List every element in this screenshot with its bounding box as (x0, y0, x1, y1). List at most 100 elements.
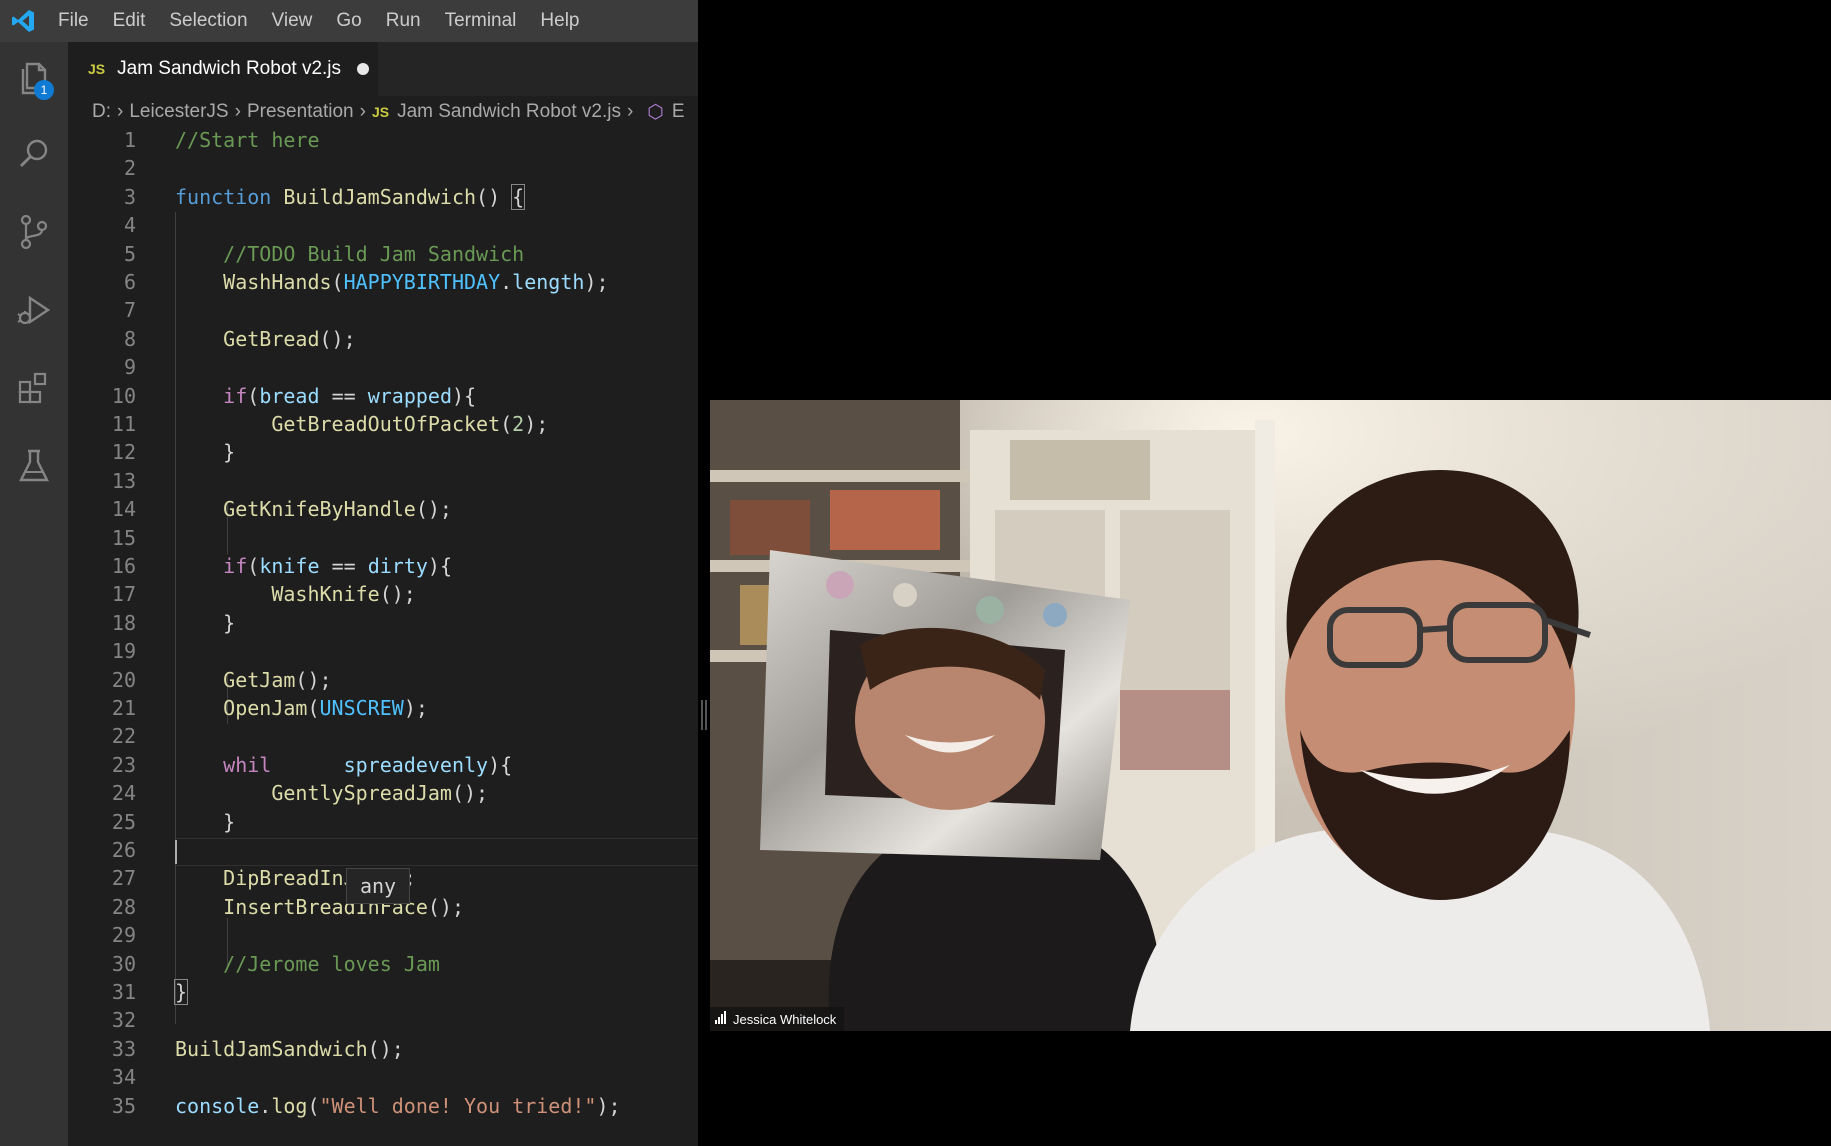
code-line: 4 (68, 211, 698, 239)
code-line: 23 whil spreadevenly){ (68, 751, 698, 779)
code-line: 33 BuildJamSandwich(); (68, 1035, 698, 1063)
line-number: 22 (111, 724, 136, 749)
breadcrumb-symbol[interactable]: E (672, 101, 685, 123)
code-line: 20 GetJam(); (68, 666, 698, 694)
menu-help[interactable]: Help (528, 0, 591, 42)
symbol-cube-icon: ⬡ (647, 101, 664, 123)
code-token: spreadevenly (343, 752, 489, 777)
line-number: 7 (123, 298, 136, 323)
code-token: //Jerome loves Jam (223, 951, 440, 976)
code-token: GetKnifeByHandle (223, 497, 416, 522)
extensions-icon (18, 372, 47, 404)
menu-terminal[interactable]: Terminal (433, 0, 529, 42)
code-line: 1 //Start here (68, 126, 698, 154)
video-feed: Jessica Whitelock (710, 400, 1831, 1031)
explorer-button[interactable]: 1 (0, 42, 68, 114)
activity-bar: 1 (0, 42, 68, 1146)
breadcrumb: D: › LeicesterJS › Presentation › JS Jam… (92, 98, 685, 126)
chevron-right-icon: › (359, 101, 366, 122)
code-token: (); (379, 582, 416, 607)
breadcrumb-folder-presentation[interactable]: Presentation (247, 101, 354, 123)
search-button[interactable] (0, 118, 68, 190)
code-token: (); (427, 894, 464, 919)
line-number: 6 (123, 270, 136, 294)
code-token: GentlySpreadJam (271, 781, 452, 806)
code-line: 12 } (68, 438, 698, 466)
code-line: 17 WashKnife(); (68, 580, 698, 608)
code-token: ); (584, 270, 609, 294)
code-line: 7 (68, 296, 698, 324)
source-control-button[interactable] (0, 196, 68, 268)
line-number: 1 (123, 128, 136, 152)
code-token: ){ (427, 554, 453, 578)
code-editor[interactable]: 1 //Start here 2 3 function BuildJamSandwi… (68, 126, 698, 1146)
code-token: //Start here (175, 128, 320, 152)
unsaved-dot-icon[interactable] (357, 63, 370, 75)
code-token: { (511, 183, 526, 210)
code-token: } (173, 979, 189, 1005)
code-line: 29 (68, 921, 698, 949)
menu-go[interactable]: Go (324, 0, 373, 42)
code-token: GetBread (223, 326, 320, 351)
line-number: 23 (111, 752, 136, 777)
breadcrumb-file[interactable]: Jam Sandwich Robot v2.js (397, 101, 621, 123)
line-number: 3 (123, 184, 136, 209)
line-number: 27 (111, 866, 136, 891)
line-number: 4 (123, 213, 136, 238)
code-token: == (319, 383, 368, 408)
code-token: () (476, 184, 513, 209)
breadcrumb-folder-leicesterjs[interactable]: LeicesterJS (129, 101, 228, 123)
testing-icon (19, 449, 49, 482)
code-token: ( (307, 1093, 320, 1118)
menu-run[interactable]: Run (374, 0, 433, 42)
line-number: 9 (123, 355, 136, 380)
code-token: knife (259, 554, 320, 578)
code-token: } (223, 440, 236, 465)
code-line: 35 console.log("Well done! You tried!"); (68, 1092, 698, 1120)
code-token: ); (596, 1093, 621, 1118)
testing-button[interactable] (0, 430, 68, 502)
menu-file[interactable]: File (46, 0, 101, 42)
code-token: length (512, 270, 585, 294)
line-number: 33 (111, 1036, 136, 1061)
js-file-icon: JS (88, 61, 106, 77)
code-token: } (223, 610, 236, 635)
code-token: OpenJam (223, 696, 308, 720)
extensions-button[interactable] (0, 352, 68, 424)
line-number: 16 (111, 554, 136, 578)
code-token: (); (319, 326, 356, 351)
menu-selection[interactable]: Selection (157, 0, 259, 42)
code-line: 10 if(bread == wrapped){ (68, 382, 698, 410)
line-number: 12 (111, 440, 136, 465)
tab-jam-sandwich-robot[interactable]: JS Jam Sandwich Robot v2.js (68, 42, 378, 96)
split-resize-handle[interactable] (701, 700, 707, 730)
code-token: ( (307, 696, 320, 720)
code-token: HAPPYBIRTHDAY (343, 270, 501, 294)
code-token: (); (415, 497, 452, 522)
line-number: 15 (111, 525, 136, 550)
line-number: 10 (111, 383, 136, 408)
code-line: 22 (68, 722, 698, 750)
code-token: "Well done! You tried!" (319, 1093, 597, 1118)
code-token: function (175, 184, 272, 209)
code-token: 2 (512, 412, 525, 436)
code-token: ( (500, 412, 513, 436)
code-token: wrapped (367, 383, 452, 408)
code-token: //TODO Build Jam Sandwich (223, 241, 525, 266)
webcam-video-image (710, 400, 1831, 1031)
chevron-right-icon: › (626, 101, 634, 122)
code-line: 15 (68, 524, 698, 552)
breadcrumb-drive[interactable]: D: (92, 101, 111, 123)
code-token: . (500, 270, 513, 294)
line-number: 19 (111, 639, 136, 664)
menu-view[interactable]: View (260, 0, 325, 42)
tab-label: Jam Sandwich Robot v2.js (117, 58, 342, 79)
code-token: ); (524, 412, 549, 436)
code-token: GetJam (223, 667, 296, 692)
code-token: WashHands (223, 270, 332, 294)
menu-edit[interactable]: Edit (101, 0, 158, 42)
code-line: 24 GentlySpreadJam(); (68, 779, 698, 807)
line-number: 26 (111, 838, 136, 862)
run-debug-button[interactable] (0, 274, 68, 346)
line-number: 17 (111, 582, 136, 607)
